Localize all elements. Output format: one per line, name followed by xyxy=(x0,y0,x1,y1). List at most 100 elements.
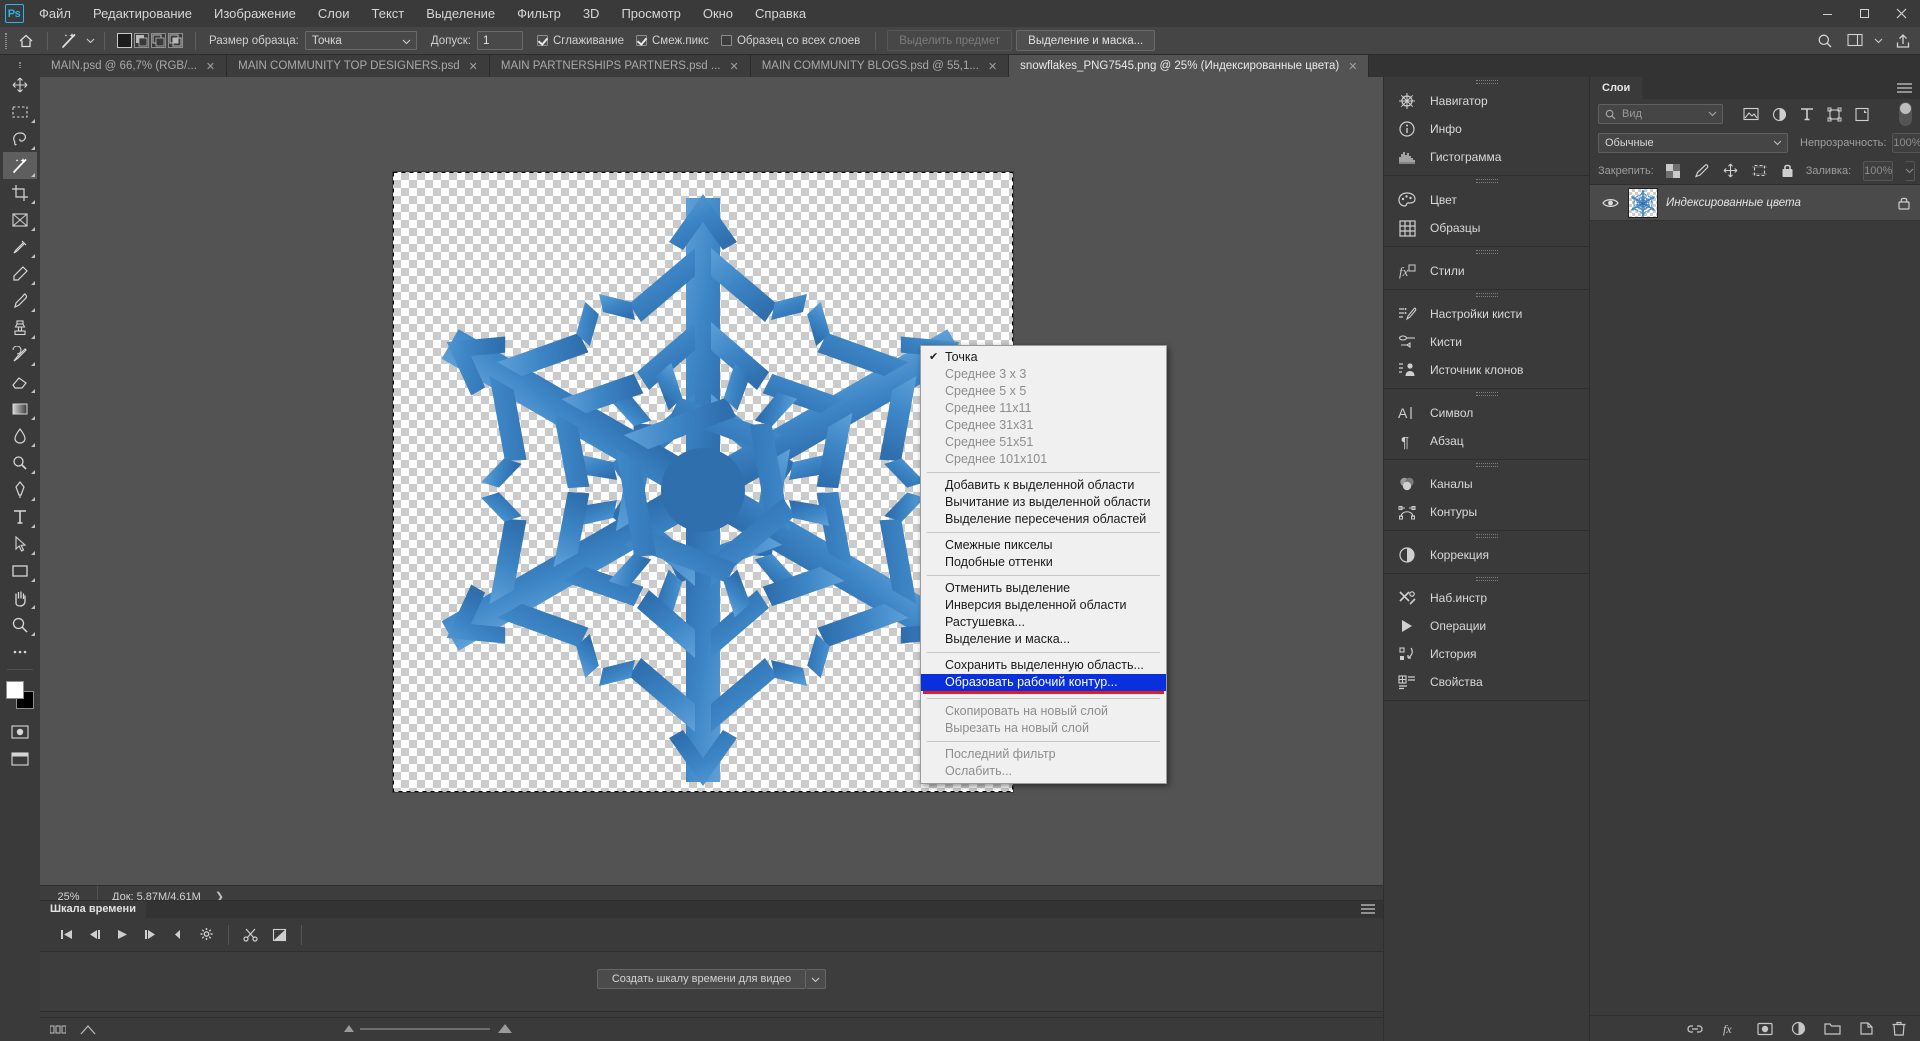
context-menu-item-make-work-path[interactable]: Образовать рабочий контур... xyxy=(921,674,1166,691)
context-menu-item-similar-shades[interactable]: Подобные оттенки xyxy=(921,554,1166,571)
tool-path-selection[interactable] xyxy=(3,530,37,557)
panel-button-brushes[interactable]: Кисти xyxy=(1384,328,1589,356)
close-icon[interactable]: ✕ xyxy=(988,60,997,73)
context-menu-item-average-51x51[interactable]: Среднее 51x51 xyxy=(921,434,1166,451)
panel-button-properties[interactable]: Свойства xyxy=(1384,668,1589,696)
tab-layers[interactable]: Слои xyxy=(1590,77,1643,99)
close-icon[interactable]: ✕ xyxy=(729,60,738,73)
panel-button-navigator[interactable]: Навигатор xyxy=(1384,87,1589,115)
dock-group-grip[interactable] xyxy=(1384,247,1589,257)
context-menu-item-fade[interactable]: Ослабить... xyxy=(921,763,1166,780)
tool-dodge[interactable] xyxy=(3,449,37,476)
context-menu-item-contiguous-pixels[interactable]: Смежные пикселы xyxy=(921,537,1166,554)
tool-lasso[interactable] xyxy=(3,125,37,152)
new-layer-icon[interactable] xyxy=(1859,1021,1874,1036)
filter-smart-object-icon[interactable] xyxy=(1855,107,1869,122)
menu-item-select[interactable]: Выделение xyxy=(415,0,506,27)
context-menu-item-average-31x31[interactable]: Среднее 31x31 xyxy=(921,417,1166,434)
lock-image-pixels-icon[interactable] xyxy=(1694,163,1709,178)
filter-enable-toggle[interactable] xyxy=(1899,102,1912,126)
sample-size-select[interactable]: Точка xyxy=(304,31,417,50)
screen-mode-toggle[interactable] xyxy=(3,745,37,772)
fill-input[interactable]: 100% xyxy=(1863,160,1894,181)
panel-button-color[interactable]: Цвет xyxy=(1384,186,1589,214)
context-menu-item-average-101x101[interactable]: Среднее 101x101 xyxy=(921,451,1166,468)
contiguous-checkbox[interactable]: Смеж.пикс xyxy=(632,35,717,47)
filter-adjustment-icon[interactable] xyxy=(1772,107,1787,122)
menu-item-help[interactable]: Справка xyxy=(744,0,817,27)
context-menu-item-save-selection[interactable]: Сохранить выделенную область... xyxy=(921,657,1166,674)
blend-mode-select[interactable]: Обычные xyxy=(1598,133,1788,153)
go-to-first-frame-icon[interactable] xyxy=(52,921,80,949)
document-tab-main[interactable]: MAIN.psd @ 66,7% (RGB/... ✕ xyxy=(40,55,228,77)
magic-wand-icon[interactable] xyxy=(55,27,83,55)
context-menu-item-subtract-from-selection[interactable]: Вычитание из выделенной области xyxy=(921,494,1166,511)
lock-transparent-pixels-icon[interactable] xyxy=(1665,163,1680,178)
panel-button-history[interactable]: История xyxy=(1384,640,1589,668)
antialias-checkbox[interactable]: Сглаживание xyxy=(533,35,632,47)
dock-group-grip[interactable] xyxy=(1384,176,1589,186)
context-menu-item-deselect[interactable]: Отменить выделение xyxy=(921,580,1166,597)
tools-panel-grip[interactable] xyxy=(14,59,26,71)
timeline-zoom-slider[interactable] xyxy=(344,1023,512,1035)
share-icon[interactable] xyxy=(1886,27,1920,55)
lock-position-icon[interactable] xyxy=(1723,163,1738,178)
quick-mask-toggle[interactable] xyxy=(3,718,37,745)
layer-thumbnail[interactable] xyxy=(1628,187,1658,218)
panel-button-swatches[interactable]: Образцы xyxy=(1384,214,1589,242)
dock-group-grip[interactable] xyxy=(1384,574,1589,584)
tool-rectangle[interactable] xyxy=(3,557,37,584)
context-menu-item-average-5x5[interactable]: Среднее 5 x 5 xyxy=(921,383,1166,400)
workspace-switcher-icon[interactable] xyxy=(1840,27,1870,55)
layers-panel-menu-icon[interactable] xyxy=(1897,82,1912,94)
canvas-area[interactable] xyxy=(40,77,1383,887)
tool-more[interactable] xyxy=(3,638,37,665)
add-to-selection-button[interactable] xyxy=(134,33,149,48)
document-tab-partnerships[interactable]: MAIN PARTNERSHIPS PARTNERS.psd ... ✕ xyxy=(489,55,751,77)
context-menu-item-average-11x11[interactable]: Среднее 11x11 xyxy=(921,400,1166,417)
link-layers-icon[interactable] xyxy=(1687,1022,1703,1036)
context-menu-item-layer-via-cut[interactable]: Вырезать на новый слой xyxy=(921,720,1166,737)
panel-button-paragraph[interactable]: ¶ Абзац xyxy=(1384,427,1589,455)
foreground-color-swatch[interactable] xyxy=(6,681,24,699)
panel-button-styles[interactable]: fx Стили xyxy=(1384,257,1589,285)
lock-artboard-icon[interactable] xyxy=(1751,163,1767,178)
menu-item-edit[interactable]: Редактирование xyxy=(82,0,203,27)
previous-frame-icon[interactable] xyxy=(80,921,108,949)
workspace-chevron-icon[interactable] xyxy=(1870,27,1886,55)
zoom-out-icon[interactable] xyxy=(344,1025,354,1032)
context-menu-item-inverse[interactable]: Инверсия выделенной области xyxy=(921,597,1166,614)
new-group-icon[interactable] xyxy=(1824,1022,1841,1036)
onion-skin-icon[interactable] xyxy=(80,1024,96,1036)
context-menu-item-average-3x3[interactable]: Среднее 3 x 3 xyxy=(921,366,1166,383)
menu-item-filter[interactable]: Фильтр xyxy=(506,0,572,27)
new-selection-button[interactable] xyxy=(117,33,132,48)
layer-name[interactable]: Индексированные цвета xyxy=(1666,197,1801,209)
delete-layer-icon[interactable] xyxy=(1892,1021,1906,1036)
document-tab-snowflakes[interactable]: snowflakes_PNG7545.png @ 25% (Индексиров… xyxy=(1009,55,1370,77)
panel-button-character[interactable]: A Символ xyxy=(1384,399,1589,427)
timeline-panel-menu-icon[interactable] xyxy=(1361,904,1375,915)
document-tab-top-designers[interactable]: MAIN COMMUNITY TOP DESIGNERS.psd ✕ xyxy=(227,55,490,77)
select-and-mask-button[interactable]: Выделение и маска... xyxy=(1016,30,1156,51)
maximize-icon[interactable] xyxy=(1846,0,1883,27)
menu-item-text[interactable]: Текст xyxy=(361,0,416,27)
panel-button-paths[interactable]: Контуры xyxy=(1384,498,1589,526)
create-timeline-chevron-icon[interactable] xyxy=(806,969,827,989)
panel-button-histogram[interactable]: Гистограмма xyxy=(1384,143,1589,171)
tool-spot-healing-brush[interactable] xyxy=(3,260,37,287)
tool-eyedropper[interactable] xyxy=(3,233,37,260)
menu-item-view[interactable]: Просмотр xyxy=(610,0,691,27)
play-icon[interactable] xyxy=(108,921,136,949)
menu-item-image[interactable]: Изображение xyxy=(203,0,307,27)
create-video-timeline-button[interactable]: Создать шкалу времени для видео xyxy=(596,969,807,989)
dock-group-grip[interactable] xyxy=(1384,531,1589,541)
options-bar-grip[interactable] xyxy=(0,27,12,55)
panel-button-channels[interactable]: Каналы xyxy=(1384,470,1589,498)
document-tab-blogs[interactable]: MAIN COMMUNITY BLOGS.psd @ 55,1... ✕ xyxy=(750,55,1010,77)
select-subject-button[interactable]: Выделить предмет xyxy=(887,30,1013,51)
menu-item-layers[interactable]: Слои xyxy=(307,0,361,27)
split-clip-scissors-icon[interactable] xyxy=(237,921,265,949)
zoom-in-icon[interactable] xyxy=(498,1024,512,1033)
search-icon[interactable] xyxy=(1810,27,1840,55)
